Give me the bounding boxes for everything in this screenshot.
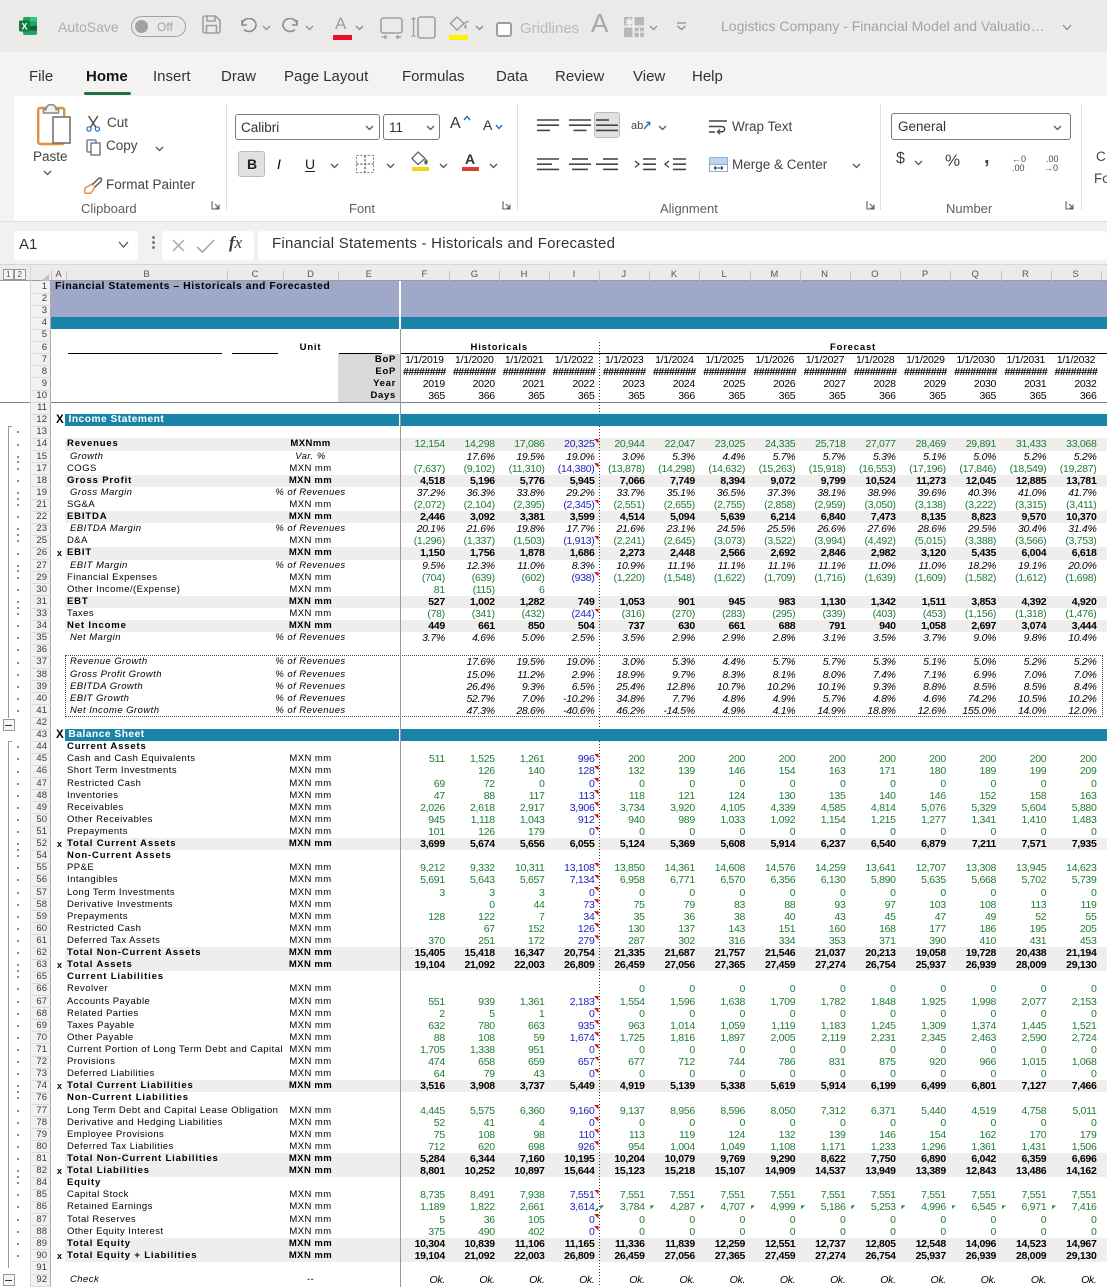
svg-text:✱: ✱ [625,17,634,29]
svg-text:.00: .00 [1012,163,1025,171]
svg-text:ab: ab [631,120,643,132]
svg-text:X: X [21,22,27,32]
svg-text:→0: →0 [1044,163,1058,171]
